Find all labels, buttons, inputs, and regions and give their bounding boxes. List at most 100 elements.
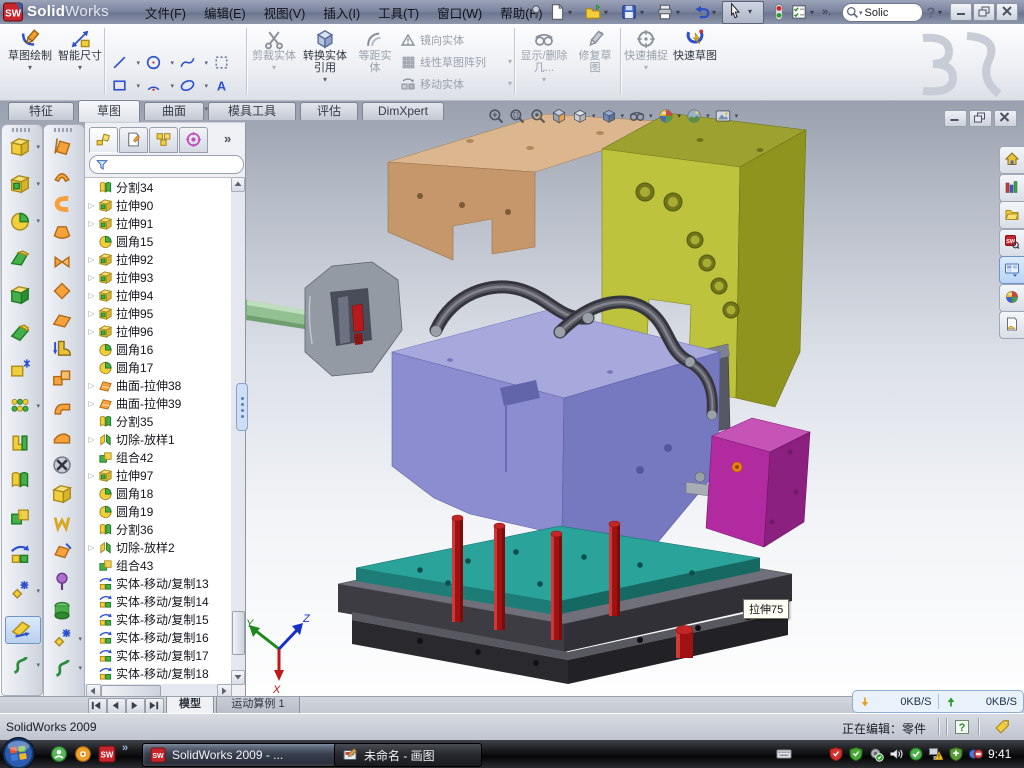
feature-tree-item[interactable]: 实体-移动/复制16 [85,628,231,646]
feature-split-button[interactable] [5,468,39,494]
quick-tips-icon[interactable]: ? [954,719,970,735]
rapid-sketch-button[interactable]: 快速草图 [672,26,718,97]
feature-fillet-button[interactable]: ▾ [5,209,39,235]
feature-swept-boss-button[interactable] [5,246,39,272]
feature-tree-item[interactable]: ▷曲面-拉伸39 [85,394,231,412]
chevron-down-icon[interactable]: ▾ [36,217,40,225]
feature-tree-item[interactable]: 圆角18 [85,484,231,502]
chevron-down-icon[interactable]: ▾ [300,75,350,84]
taskbar-task-solidworks[interactable]: SWSolidWorks 2009 - ... [142,743,340,767]
feature-shell-button[interactable] [5,320,39,346]
print-button[interactable] [656,3,674,21]
last-tab-button[interactable] [145,698,164,714]
chevron-down-icon[interactable]: ▾ [706,112,710,120]
repair-sketch-button[interactable]: 修复草图 [574,26,616,97]
feature-wrap-button[interactable] [5,357,39,383]
menu-tools[interactable]: 工具(T) [369,0,428,25]
window-restore-button[interactable] [973,3,995,21]
chevron-down-icon[interactable]: ▾ [36,143,40,151]
feature-tree-item[interactable]: 分割35 [85,412,231,430]
convert-entities-button[interactable]: 转换实体引用 ▾ [300,26,350,97]
feature-tree-item[interactable]: ▷拉伸92 [85,250,231,268]
tray-volume-icon[interactable] [888,746,904,762]
feature-tree-item[interactable]: 实体-移动/复制13 [85,574,231,592]
chevron-down-icon[interactable]: ▾ [676,8,680,17]
task-pane-appearances-scenes[interactable] [999,284,1024,312]
surface-boundary-surface-button[interactable] [47,250,81,276]
feature-tree-item[interactable]: ▷拉伸97 [85,466,231,484]
surface-trimmed-surface-button[interactable] [47,395,81,421]
task-pane-solidworks-search[interactable]: SW [999,229,1024,257]
quick-snaps-button[interactable]: 快速捕捉 ▾ [624,26,668,97]
feature-combine-button[interactable] [5,505,39,531]
chevron-down-icon[interactable]: ▾ [735,112,739,120]
feature-tree-item[interactable]: ▷曲面-拉伸38 [85,376,231,394]
edit-appearance-button[interactable] [657,107,675,125]
scroll-down-button[interactable] [231,670,245,685]
mirror-entities-button[interactable]: 镜向实体 [400,30,464,50]
surface-point-tool-button[interactable]: ▾ [47,627,81,653]
taskbar-task-paint[interactable]: 未命名 - 画图 [334,743,482,767]
feature-tree-item[interactable]: 分割34 [85,178,231,196]
feature-reference-point-button[interactable]: ▾ [5,579,39,605]
panel-splitter-handle[interactable] [236,383,248,431]
trim-entities-button[interactable]: 剪裁实体 ▾ [252,26,296,97]
apply-scene-button[interactable] [685,107,703,125]
task-pane-solidworks-resources[interactable] [999,146,1024,174]
options-button[interactable] [790,3,808,21]
chevron-down-icon[interactable]: ▾ [58,63,102,72]
sketch-tool-select-box[interactable] [212,52,244,74]
toolbar-drag-handle[interactable] [12,128,30,132]
feature-tree-item[interactable]: ▷拉伸94 [85,286,231,304]
feature-lofted-boss-button[interactable] [5,283,39,309]
save-button[interactable] [620,3,638,21]
expand-arrow-icon[interactable]: ▷ [85,471,98,480]
expand-arrow-icon[interactable]: ▷ [85,435,98,444]
chevron-down-icon[interactable]: ▾ [204,82,208,90]
chevron-down-icon[interactable]: ▾ [170,82,174,90]
feature-tree-item[interactable]: ▷切除-放样1 [85,430,231,448]
chevron-down-icon[interactable]: ▾ [604,8,608,17]
feature-tree-item[interactable]: ▷拉伸91 [85,214,231,232]
chevron-down-icon[interactable]: ▾ [78,664,82,672]
surface-shut-off-surface-button[interactable] [47,598,81,624]
linear-pattern-button[interactable]: 线性草图阵列 [400,52,486,72]
chevron-down-icon[interactable]: ▾ [649,112,653,120]
surface-tooling-split-button[interactable] [47,569,81,595]
window-close-button[interactable] [996,3,1018,21]
menu-edit[interactable]: 编辑(E) [195,0,255,25]
zoom-area-button[interactable] [508,107,526,125]
surface-replace-face-button[interactable] [47,482,81,508]
toolbar-overflow-icon[interactable]: ». [822,6,831,18]
expand-arrow-icon[interactable]: ▷ [85,399,98,408]
feature-tree-item[interactable]: 圆角19 [85,502,231,520]
ribbon-tab-dimxpert[interactable]: DimXpert [362,102,444,120]
feature-tree-item[interactable]: ▷拉伸95 [85,304,231,322]
doc-close-button[interactable] [994,110,1017,127]
search-box[interactable]: ▾ Solic [842,3,923,22]
chevron-down-icon[interactable]: ▾ [621,112,625,120]
menu-window[interactable]: 窗口(W) [428,0,491,25]
expand-arrow-icon[interactable]: ▷ [85,273,98,282]
ribbon-tab-surfaces[interactable]: 曲面 [144,102,204,120]
feature-spline-tool-button[interactable]: ▾ [5,653,39,679]
panel-tab-property-manager[interactable] [119,127,148,153]
hide-show-items-button[interactable] [628,107,646,125]
feature-extruded-boss-button[interactable]: ▾ [5,135,39,161]
panel-tab-dimxpert-manager[interactable] [179,127,208,153]
previous-tab-button[interactable] [107,698,126,714]
next-tab-button[interactable] [126,698,145,714]
chevron-down-icon[interactable]: ▾ [640,8,644,17]
chevron-down-icon[interactable]: ▾ [592,112,596,120]
sketch-tool-spline[interactable]: ▾ [178,52,210,74]
quick-launch-messenger[interactable] [50,745,68,763]
expand-arrow-icon[interactable]: ▷ [85,291,98,300]
view-orientation-button[interactable] [571,107,589,125]
feature-tree-item[interactable]: 圆角16 [85,340,231,358]
document-tab-motion-study[interactable]: 运动算例 1 [216,697,300,714]
feature-tree-item[interactable]: 分割36 [85,520,231,538]
toolbar-drag-handle[interactable] [54,128,72,132]
quick-launch-solidworks[interactable]: SW [98,745,116,763]
surface-extruded-surface-button[interactable] [47,134,81,160]
feature-tree-item[interactable]: ▷拉伸93 [85,268,231,286]
